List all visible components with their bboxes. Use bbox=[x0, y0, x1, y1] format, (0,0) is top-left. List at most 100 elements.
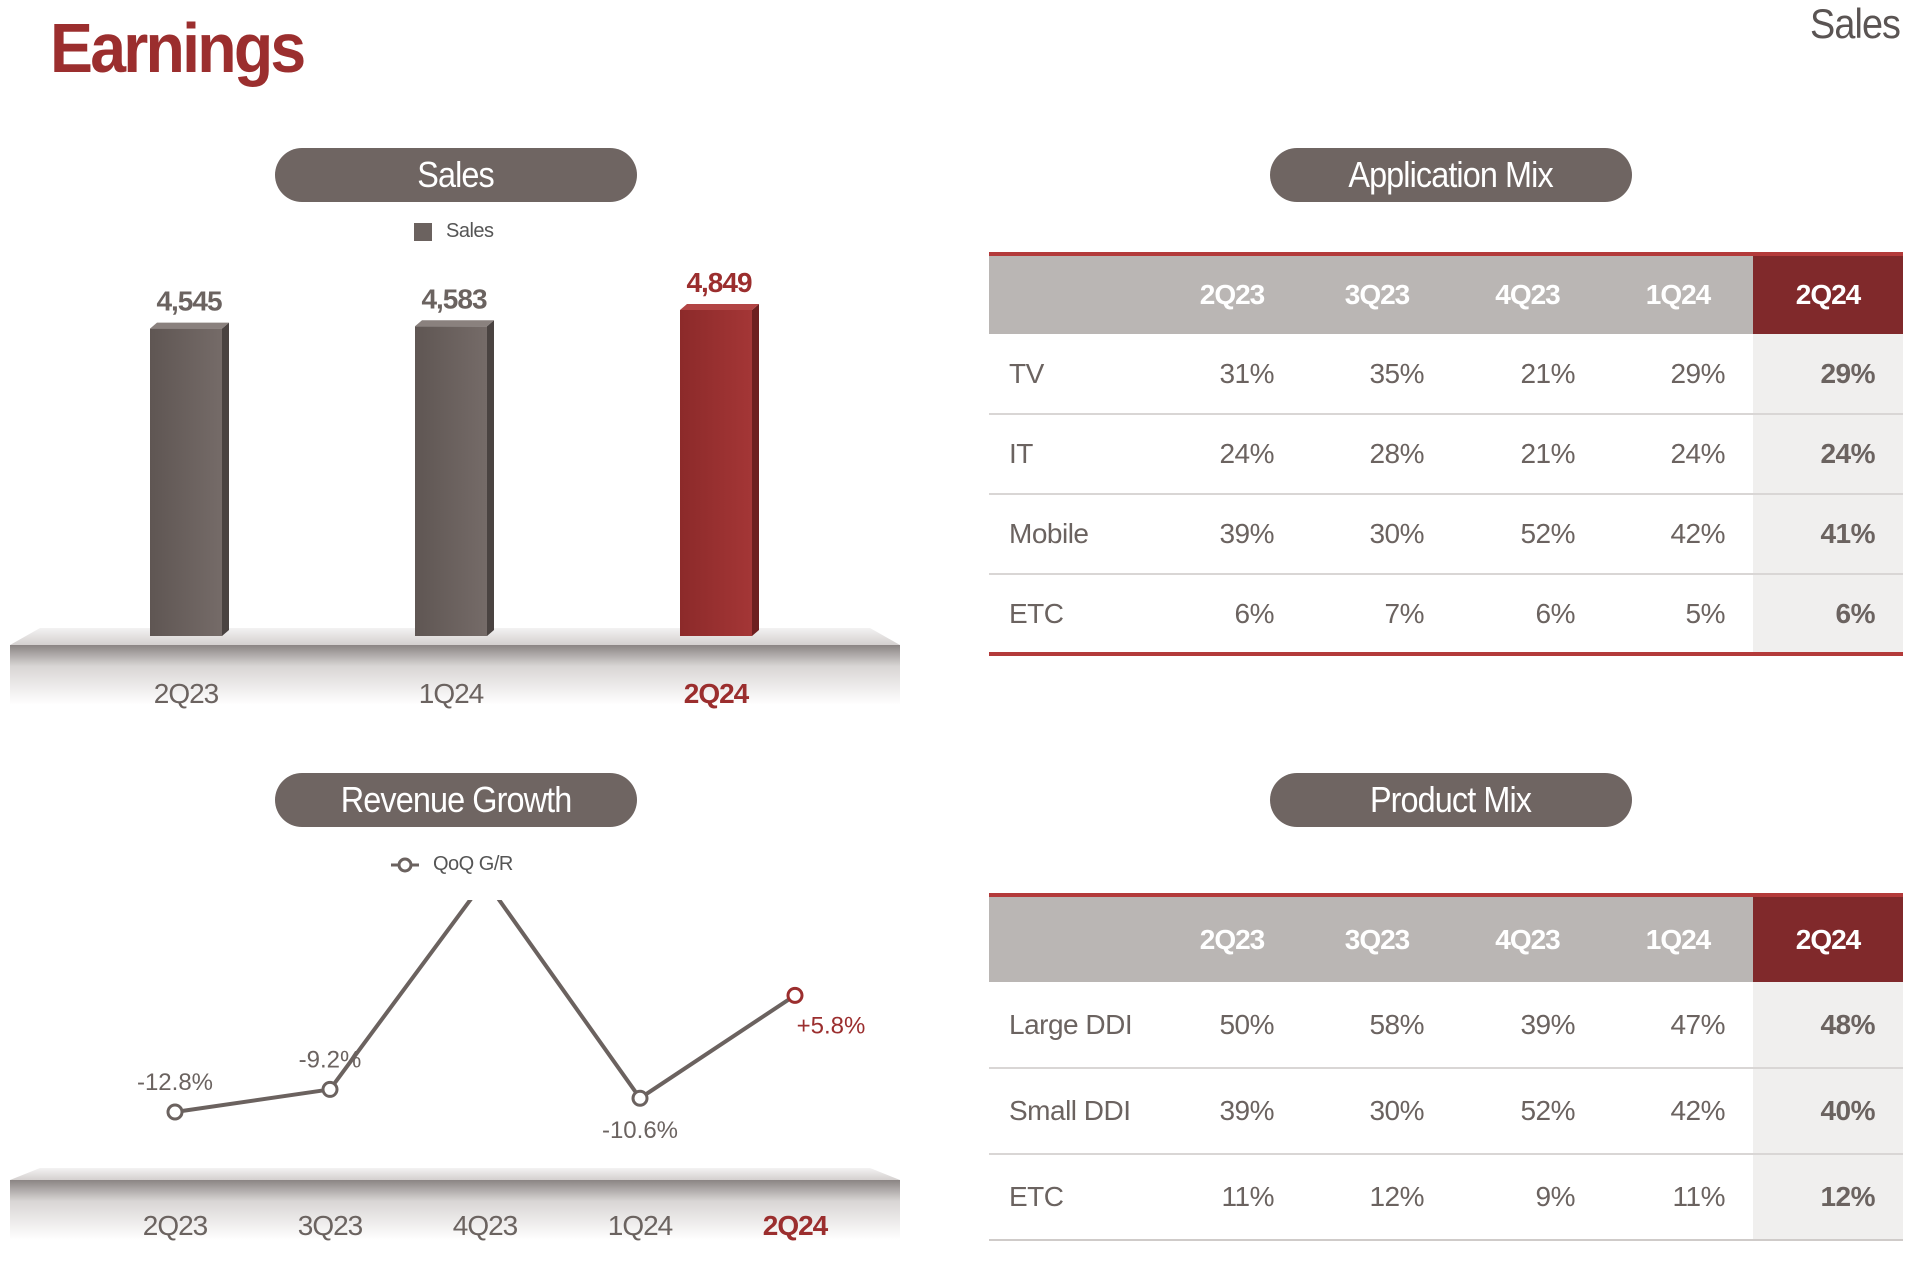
table-cell: 6% bbox=[1452, 574, 1603, 656]
table-cell: 35% bbox=[1302, 334, 1452, 415]
table-header-cell: 2Q23 bbox=[1162, 895, 1302, 982]
series-line-qoq bbox=[174, 900, 797, 1114]
table-cell: 47% bbox=[1603, 982, 1753, 1069]
x-tick-label: 2Q24 bbox=[684, 678, 750, 709]
bar-value-label: 4,849 bbox=[686, 267, 751, 298]
row-label: Mobile bbox=[989, 494, 1162, 575]
table-header-cell bbox=[989, 254, 1162, 334]
point-value-label: -10.6% bbox=[602, 1117, 678, 1144]
data-point-3q23 bbox=[321, 1080, 339, 1098]
table-cell: 52% bbox=[1452, 1068, 1603, 1155]
x-tick-label: 1Q24 bbox=[608, 1210, 673, 1241]
bar-2q23 bbox=[150, 328, 222, 636]
growth-chart-title: Revenue Growth bbox=[275, 773, 637, 827]
table-header-cell: 1Q24 bbox=[1603, 254, 1753, 334]
data-point-1q24 bbox=[631, 1089, 649, 1107]
table-cell-highlight: 48% bbox=[1753, 982, 1903, 1069]
table-header-cell: 2Q23 bbox=[1162, 254, 1302, 334]
table-cell-highlight: 41% bbox=[1753, 494, 1903, 575]
data-point-2q24 bbox=[786, 986, 804, 1004]
point-value-label: +5.8% bbox=[797, 1012, 866, 1039]
table-header-cell bbox=[989, 895, 1162, 982]
sales-legend-label: Sales bbox=[446, 220, 494, 242]
table-header-cell: 4Q23 bbox=[1452, 895, 1603, 982]
sales-legend: Sales bbox=[414, 220, 494, 243]
sales-chart-title: Sales bbox=[275, 148, 637, 202]
table-cell: 30% bbox=[1302, 494, 1452, 575]
bar-side bbox=[487, 320, 494, 636]
section-label: Sales bbox=[1809, 0, 1901, 47]
data-point-2q23 bbox=[166, 1103, 184, 1121]
table-cell: 39% bbox=[1452, 982, 1603, 1069]
bar-side bbox=[222, 322, 229, 636]
bar-1q24 bbox=[415, 326, 487, 636]
revenue-growth-line-chart: -12.8%2Q23-9.2%3Q23+24.2%4Q23-10.6%1Q24+… bbox=[10, 900, 900, 1241]
table-header-row: 2Q23 3Q23 4Q23 1Q24 2Q24 bbox=[989, 895, 1903, 982]
table-cell: 29% bbox=[1603, 334, 1753, 415]
point-value-label: -12.8% bbox=[137, 1069, 213, 1096]
application-mix-title: Application Mix bbox=[1270, 148, 1632, 202]
table-cell: 21% bbox=[1452, 414, 1603, 495]
table-header-cell: 3Q23 bbox=[1302, 254, 1452, 334]
growth-shelf-top bbox=[10, 1168, 900, 1180]
table-cell: 52% bbox=[1452, 494, 1603, 575]
product-mix-title: Product Mix bbox=[1270, 773, 1632, 827]
table-cell: 30% bbox=[1302, 1068, 1452, 1155]
sales-bar-chart: 4,545 2Q23 4,583 1Q24 4,849 2Q24 bbox=[10, 267, 900, 709]
table-cell: 21% bbox=[1452, 334, 1603, 415]
x-tick-label: 2Q23 bbox=[154, 678, 219, 709]
table-cell: 42% bbox=[1603, 1068, 1753, 1155]
sales-legend-swatch bbox=[414, 222, 432, 241]
table-row: Mobile 39% 30% 52% 42% 41% bbox=[989, 494, 1903, 575]
bar-value-label: 4,583 bbox=[421, 283, 486, 314]
row-label: Small DDI bbox=[989, 1068, 1162, 1155]
bar-value-label: 4,545 bbox=[156, 286, 221, 317]
product-mix-table: 2Q23 3Q23 4Q23 1Q24 2Q24 Large DDI 50% 58%… bbox=[989, 893, 1903, 1241]
table-header-cell: 1Q24 bbox=[1603, 895, 1753, 982]
table-cell-highlight: 6% bbox=[1753, 574, 1903, 656]
table-cell: 9% bbox=[1452, 1154, 1603, 1241]
table-header-cell: 3Q23 bbox=[1302, 895, 1452, 982]
table-cell-highlight: 29% bbox=[1753, 334, 1903, 415]
growth-legend-label: QoQ G/R bbox=[433, 853, 513, 875]
table-row: TV 31% 35% 21% 29% 29% bbox=[989, 334, 1903, 415]
table-cell: 12% bbox=[1302, 1154, 1452, 1241]
bar-top bbox=[680, 304, 759, 310]
table-cell: 28% bbox=[1302, 414, 1452, 495]
table-cell: 7% bbox=[1302, 574, 1452, 656]
table-cell: 50% bbox=[1162, 982, 1302, 1069]
bar-2q24 bbox=[680, 310, 752, 636]
table-row: ETC 6% 7% 6% 5% 6% bbox=[989, 574, 1903, 656]
table-cell: 58% bbox=[1302, 982, 1452, 1069]
table-row: IT 24% 28% 21% 24% 24% bbox=[989, 414, 1903, 495]
bar-top bbox=[415, 320, 494, 327]
table-cell: 39% bbox=[1162, 1068, 1302, 1155]
row-label: TV bbox=[989, 334, 1162, 415]
page-title: Earnings bbox=[50, 9, 306, 87]
row-label: Large DDI bbox=[989, 982, 1162, 1069]
table-cell: 11% bbox=[1603, 1154, 1753, 1241]
point-value-label: -9.2% bbox=[299, 1046, 362, 1073]
row-label: IT bbox=[989, 414, 1162, 495]
table-cell: 5% bbox=[1603, 574, 1753, 656]
table-header-cell: 4Q23 bbox=[1452, 254, 1603, 334]
table-row: ETC 11% 12% 9% 11% 12% bbox=[989, 1154, 1903, 1241]
table-row: Large DDI 50% 58% 39% 47% 48% bbox=[989, 982, 1903, 1069]
x-tick-label: 3Q23 bbox=[298, 1210, 363, 1241]
table-cell: 11% bbox=[1162, 1154, 1302, 1241]
table-cell: 39% bbox=[1162, 494, 1302, 575]
table-cell: 24% bbox=[1162, 414, 1302, 495]
bar-side bbox=[752, 304, 759, 636]
table-header-cell-highlight: 2Q24 bbox=[1753, 895, 1903, 982]
table-cell: 42% bbox=[1603, 494, 1753, 575]
row-label: ETC bbox=[989, 574, 1162, 656]
growth-legend: QoQ G/R bbox=[391, 853, 513, 876]
row-label: ETC bbox=[989, 1154, 1162, 1241]
table-cell: 24% bbox=[1603, 414, 1753, 495]
table-cell-highlight: 24% bbox=[1753, 414, 1903, 495]
table-cell: 31% bbox=[1162, 334, 1302, 415]
x-tick-label: 2Q23 bbox=[143, 1210, 208, 1241]
table-header-row: 2Q23 3Q23 4Q23 1Q24 2Q24 bbox=[989, 254, 1903, 334]
table-header-cell-highlight: 2Q24 bbox=[1753, 254, 1903, 334]
x-tick-label: 2Q24 bbox=[763, 1210, 829, 1241]
